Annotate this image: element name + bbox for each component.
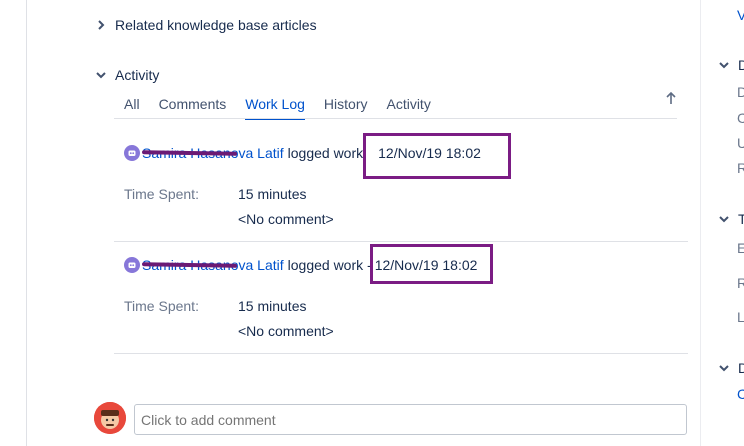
bot-avatar-icon [124,145,140,161]
related-kb-title: Related knowledge base articles [115,17,317,33]
tabs-divider [114,118,677,119]
worklog-comment: <No comment> [238,211,334,227]
highlight-box [370,244,493,284]
bot-avatar-icon [124,257,140,273]
activity-title: Activity [115,67,160,83]
user-avatar[interactable] [94,402,126,434]
highlight-box [363,133,511,179]
tab-comments[interactable]: Comments [159,96,227,120]
right-field-label: D [737,84,744,100]
chevron-down-icon [718,59,730,71]
time-spent-value: 15 minutes [238,186,307,202]
right-section-title: T [738,211,744,227]
chevron-down-icon [718,213,730,225]
right-section-title: D [738,57,744,73]
activity-tabs: All Comments Work Log History Activity [124,96,450,120]
tab-work-log[interactable]: Work Log [245,96,305,120]
chevron-down-icon [95,69,107,81]
column-divider [700,0,701,446]
add-comment-area [94,402,126,434]
right-field-label: R [737,160,744,176]
entry-divider [114,353,688,354]
related-kb-header[interactable]: Related knowledge base articles [95,17,317,33]
right-field-label: E [737,240,744,256]
tab-all[interactable]: All [124,96,140,120]
worklog-action: logged work - [287,257,372,273]
right-section-header[interactable]: D [718,57,744,73]
time-spent-label: Time Spent: [124,298,199,314]
right-section-header[interactable]: T [718,211,744,227]
entry-divider [114,241,688,242]
worklog-author-link[interactable]: Samira Hasanova Latif [141,257,284,273]
right-section-header[interactable]: D [718,360,744,376]
right-panel-link[interactable]: V [737,7,744,23]
sort-arrow-up-icon[interactable] [664,91,678,105]
chevron-right-icon [95,19,107,31]
worklog-action: logged work [287,145,364,161]
tab-history[interactable]: History [324,96,368,120]
right-field-label: L [737,309,744,325]
time-spent-label: Time Spent: [124,186,199,202]
right-field-label: C [737,110,744,126]
right-section-title: D [738,360,744,376]
tab-activity[interactable]: Activity [386,96,430,120]
right-field-label: R [737,275,744,291]
activity-header[interactable]: Activity [95,67,159,83]
right-field-label: U [737,135,744,151]
add-comment-input[interactable] [134,404,687,435]
left-border [0,0,27,446]
time-spent-value: 15 minutes [238,298,307,314]
worklog-comment: <No comment> [238,323,334,339]
worklog-author-link[interactable]: Samira Hasanova Latif [141,145,284,161]
chevron-down-icon [718,362,730,374]
right-panel-link[interactable]: C [737,386,744,402]
